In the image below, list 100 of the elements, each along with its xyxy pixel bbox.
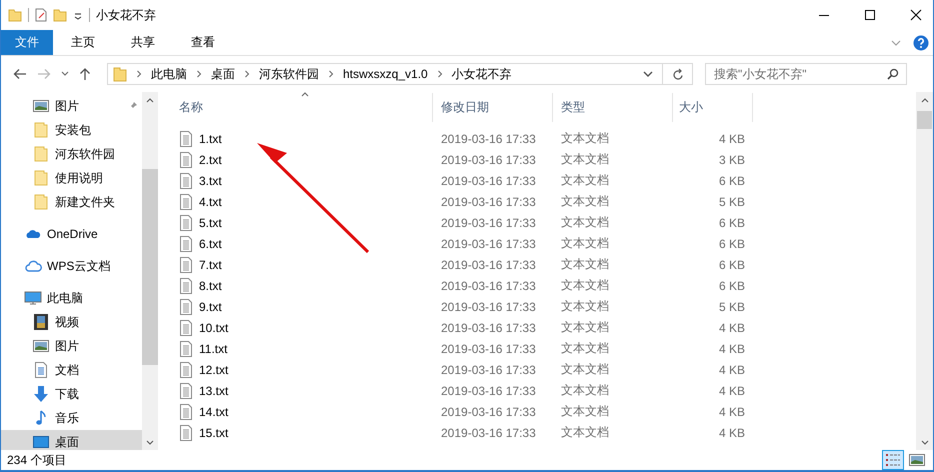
window-title: 小女花不弃 [96, 6, 156, 24]
chevron-right-icon[interactable] [196, 70, 202, 78]
ribbon-tab[interactable]: 查看 [173, 30, 233, 55]
sidebar-item[interactable]: 使用说明 [1, 166, 142, 190]
file-name[interactable]: 10.txt [199, 320, 228, 334]
file-name[interactable]: 7.txt [199, 258, 222, 272]
scrollbar-thumb[interactable] [917, 111, 932, 129]
table-cell-text: 文本文档 [560, 193, 610, 210]
item-count: 234 个项目 [7, 452, 66, 468]
column-header[interactable]: 类型 [553, 93, 673, 122]
folder-icon [34, 194, 48, 210]
column-header[interactable]: 名称 [171, 93, 433, 122]
table-cell-text: 文本文档 [560, 424, 610, 441]
file-name[interactable]: 11.txt [199, 342, 228, 356]
maximize-icon[interactable] [864, 9, 876, 21]
sidebar-item[interactable]: 河东软件园 [1, 142, 142, 166]
sidebar-item[interactable]: 图片 [1, 94, 142, 118]
file-name[interactable]: 5.txt [199, 216, 222, 230]
properties-icon[interactable] [35, 8, 47, 22]
table-cell-text: 4 KB [718, 340, 746, 358]
table-cell-text: 6 KB [718, 172, 746, 190]
breadcrumb[interactable]: 河东软件园 [259, 66, 319, 82]
refresh-icon[interactable] [672, 68, 684, 80]
sidebar-item[interactable]: 图片 [1, 334, 142, 358]
folder-icon [113, 66, 127, 82]
folder-icon [34, 122, 48, 138]
chevron-down-icon[interactable] [146, 440, 154, 445]
file-name[interactable]: 3.txt [199, 174, 222, 188]
scrollbar[interactable] [916, 92, 933, 450]
chevron-right-icon[interactable] [136, 70, 142, 78]
chevron-down-icon[interactable] [61, 71, 69, 77]
folder-icon [8, 8, 22, 22]
scrollbar[interactable] [142, 92, 158, 450]
file-name[interactable]: 15.txt [199, 426, 228, 440]
text-file-icon [180, 340, 192, 356]
table-cell-text: 5 KB [718, 298, 746, 316]
text-file-icon [180, 256, 192, 272]
chevron-right-icon[interactable] [244, 70, 250, 78]
up-arrow-icon[interactable] [79, 67, 91, 81]
scrollbar-thumb[interactable] [142, 169, 158, 365]
sidebar-item[interactable]: 此电脑 [1, 286, 142, 310]
sidebar-item[interactable]: 下载 [1, 382, 142, 406]
sidebar-item[interactable]: OneDrive [1, 222, 142, 246]
table-cell-text: 2019-03-16 17:33 [440, 194, 537, 210]
sidebar-item[interactable]: WPS云文档 [1, 254, 142, 278]
table-cell-text: 文本文档 [560, 151, 610, 168]
music-note-icon [36, 410, 46, 426]
close-icon[interactable] [910, 9, 922, 21]
table-cell-text: 文本文档 [560, 319, 610, 336]
address-bar[interactable]: 此电脑 桌面 河东软件园 htswxsxzq_v1.0 小女花不弃 [107, 63, 693, 85]
file-name[interactable]: 1.txt [199, 132, 222, 146]
chevron-down-icon[interactable] [643, 70, 653, 78]
ribbon-tab[interactable]: 共享 [113, 30, 173, 55]
column-header[interactable]: 大小 [673, 93, 753, 122]
sidebar-item[interactable]: 视频 [1, 310, 142, 334]
sidebar-item[interactable]: 文档 [1, 358, 142, 382]
text-file-icon [180, 194, 192, 210]
chevron-down-icon[interactable] [920, 440, 928, 445]
table-cell-text: 文本文档 [560, 403, 610, 420]
sidebar-item[interactable]: 安装包 [1, 118, 142, 142]
sidebar-item[interactable]: 音乐 [1, 406, 142, 430]
table-cell-text: 4 KB [718, 424, 746, 442]
text-file-icon [180, 236, 192, 252]
search-icon[interactable] [887, 68, 899, 80]
sidebar-item[interactable]: 新建文件夹 [1, 190, 142, 214]
breadcrumb[interactable]: htswxsxzq_v1.0 [343, 67, 428, 81]
file-name[interactable]: 14.txt [199, 404, 228, 418]
document-icon [35, 362, 47, 378]
table-cell-text: 2019-03-16 17:33 [440, 382, 537, 400]
file-name[interactable]: 2.txt [199, 152, 222, 166]
table-cell-text: 6 KB [718, 256, 746, 274]
ribbon-tab[interactable]: 文件 [1, 30, 53, 55]
chevron-up-icon[interactable] [920, 98, 928, 103]
column-header[interactable]: 修改日期 [433, 93, 553, 122]
chevron-right-icon[interactable] [436, 70, 443, 78]
breadcrumb[interactable]: 此电脑 [151, 66, 187, 82]
chevron-up-icon[interactable] [146, 98, 154, 103]
table-cell-text: 2019-03-16 17:33 [440, 278, 537, 294]
table-cell-text: 文本文档 [560, 298, 610, 315]
back-arrow-icon[interactable] [13, 68, 27, 80]
file-name[interactable]: 9.txt [199, 300, 222, 314]
text-file-icon [180, 298, 192, 314]
help-icon[interactable] [913, 34, 929, 50]
search-field[interactable]: 搜索"小女花不弃" [705, 63, 907, 85]
file-name[interactable]: 13.txt [199, 384, 228, 398]
sidebar-item[interactable]: 桌面 [1, 430, 142, 450]
breadcrumb[interactable]: 桌面 [211, 66, 235, 82]
table-cell-text: 2019-03-16 17:33 [440, 130, 537, 148]
ribbon-tab[interactable]: 主页 [53, 30, 113, 55]
picture-icon [33, 340, 49, 352]
details-view-button[interactable] [882, 450, 904, 470]
breadcrumb[interactable]: 小女花不弃 [452, 66, 512, 82]
table-cell-text: 文本文档 [560, 340, 610, 357]
cloud-icon [25, 229, 41, 239]
table-cell-text: 2019-03-16 17:33 [440, 404, 537, 420]
chevron-right-icon[interactable] [328, 70, 334, 78]
file-name[interactable]: 12.txt [199, 362, 228, 376]
file-name[interactable]: 4.txt [199, 194, 222, 208]
file-name[interactable]: 6.txt [199, 236, 222, 250]
file-name[interactable]: 8.txt [199, 278, 222, 292]
